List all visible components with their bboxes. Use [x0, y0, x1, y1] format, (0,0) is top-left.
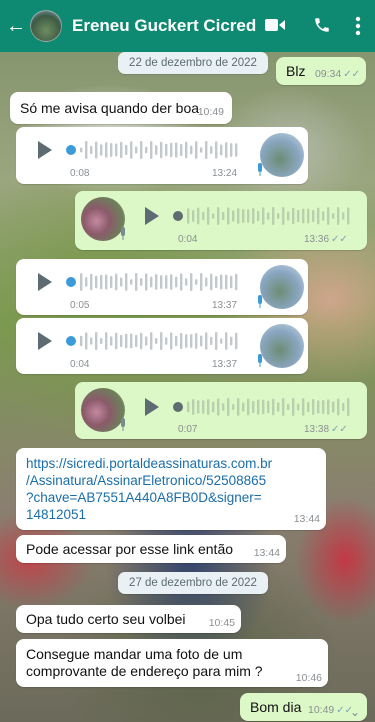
contact-avatar[interactable] — [30, 10, 62, 42]
message-bubble-incoming[interactable]: Só me avisa quando der boa 10:49 — [10, 92, 232, 124]
chat-header: ← Ereneu Guckert Cicred — [0, 0, 375, 52]
waveform — [80, 332, 238, 350]
voice-message-incoming[interactable]: 0:04 13:37 — [16, 318, 308, 374]
video-call-icon[interactable] — [265, 18, 285, 32]
message-time: 13:44 — [253, 547, 280, 559]
contact-name[interactable]: Ereneu Guckert Cicred — [72, 16, 256, 36]
message-time: 13:37 — [212, 359, 238, 370]
message-time: 09:34 — [314, 68, 342, 80]
message-time: 10:49 — [197, 106, 224, 118]
sender-avatar — [260, 133, 304, 177]
message-text: Pode acessar por esse link então — [26, 541, 234, 557]
waveform — [80, 141, 238, 159]
date-label: 22 de dezembro de 2022 — [129, 57, 257, 69]
microphone-icon — [121, 227, 125, 240]
voice-message-outgoing[interactable]: 0:04 13:36 ✓✓ — [75, 191, 367, 250]
waveform — [187, 398, 350, 416]
link-text-line: /Assinatura/AssinarEletronico/52508865 — [26, 473, 267, 488]
message-time: 13:44 — [293, 513, 320, 525]
link-text-line: https://sicredi.portaldeassinaturas.com.… — [26, 456, 273, 471]
voice-message-incoming[interactable]: 0:08 13:24 — [16, 127, 308, 184]
date-label: 27 de dezembro de 2022 — [129, 577, 257, 589]
message-text: Consegue mandar uma foto de um — [26, 646, 243, 662]
playback-position-dot[interactable] — [66, 336, 76, 346]
voice-duration: 0:07 — [178, 424, 198, 435]
chat-area[interactable]: 22 de dezembro de 2022 Blz 09:34 ✓✓ Só me… — [0, 52, 375, 722]
signature-link[interactable]: https://sicredi.portaldeassinaturas.com.… — [26, 455, 272, 523]
playback-position-dot[interactable] — [173, 211, 183, 221]
read-ticks-icon: ✓✓ — [331, 424, 348, 435]
date-separator: 27 de dezembro de 2022 — [118, 572, 268, 594]
message-text: comprovante de endereço para mim ? — [26, 663, 263, 679]
voice-message-outgoing[interactable]: 0:07 13:38 ✓✓ — [75, 382, 367, 439]
message-time: 13:38 — [304, 424, 330, 435]
play-icon[interactable] — [38, 141, 52, 159]
playback-position-dot[interactable] — [66, 277, 76, 287]
message-time: 10:46 — [295, 672, 322, 684]
message-text: Blz — [286, 63, 306, 79]
phone-icon[interactable] — [313, 16, 331, 34]
microphone-icon — [258, 163, 262, 176]
voice-message-incoming[interactable]: 0:05 13:37 — [16, 259, 308, 315]
chevron-down-icon[interactable]: ⌄ — [350, 705, 360, 719]
message-time: 13:24 — [212, 168, 238, 179]
waveform — [80, 273, 238, 291]
message-text: Opa tudo certo seu volbei — [26, 611, 186, 627]
play-icon[interactable] — [145, 398, 159, 416]
voice-duration: 0:05 — [70, 300, 90, 311]
message-bubble-incoming[interactable]: https://sicredi.portaldeassinaturas.com.… — [16, 448, 326, 530]
message-bubble-incoming[interactable]: Consegue mandar uma foto de um comprovan… — [16, 639, 328, 687]
message-text: Bom dia — [250, 699, 302, 715]
link-text-line: ?chave=AB7551A440A8FB0D&signer= — [26, 490, 262, 505]
message-bubble-incoming[interactable]: Pode acessar por esse link então 13:44 — [16, 535, 286, 563]
playback-position-dot[interactable] — [173, 402, 183, 412]
link-text-line: 14812051 — [26, 507, 87, 522]
microphone-icon — [258, 295, 262, 308]
message-time: 10:45 — [208, 617, 235, 629]
message-bubble-outgoing[interactable]: Bom dia 10:49 ✓✓ — [240, 693, 367, 721]
more-vert-icon[interactable] — [355, 16, 361, 36]
play-icon[interactable] — [145, 207, 159, 225]
microphone-icon — [121, 418, 125, 431]
microphone-icon — [258, 354, 262, 367]
voice-duration: 0:04 — [178, 234, 198, 245]
voice-duration: 0:08 — [70, 168, 90, 179]
message-text: Só me avisa quando der boa — [20, 100, 200, 116]
message-bubble-outgoing[interactable]: Blz 09:34 ✓✓ — [276, 57, 366, 85]
voice-duration: 0:04 — [70, 359, 90, 370]
sender-avatar — [260, 324, 304, 368]
play-icon[interactable] — [38, 332, 52, 350]
message-time: 13:37 — [212, 300, 238, 311]
sender-avatar — [260, 265, 304, 309]
waveform — [187, 207, 350, 225]
read-ticks-icon: ✓✓ — [343, 69, 360, 80]
read-ticks-icon: ✓✓ — [331, 234, 348, 245]
message-time: 10:49 — [308, 704, 335, 716]
message-bubble-incoming[interactable]: Opa tudo certo seu volbei 10:45 — [16, 605, 241, 633]
arrow-left-icon[interactable]: ← — [6, 15, 28, 38]
playback-position-dot[interactable] — [66, 145, 76, 155]
message-time: 13:36 — [304, 234, 330, 245]
date-separator: 22 de dezembro de 2022 — [118, 52, 268, 74]
play-icon[interactable] — [38, 273, 52, 291]
